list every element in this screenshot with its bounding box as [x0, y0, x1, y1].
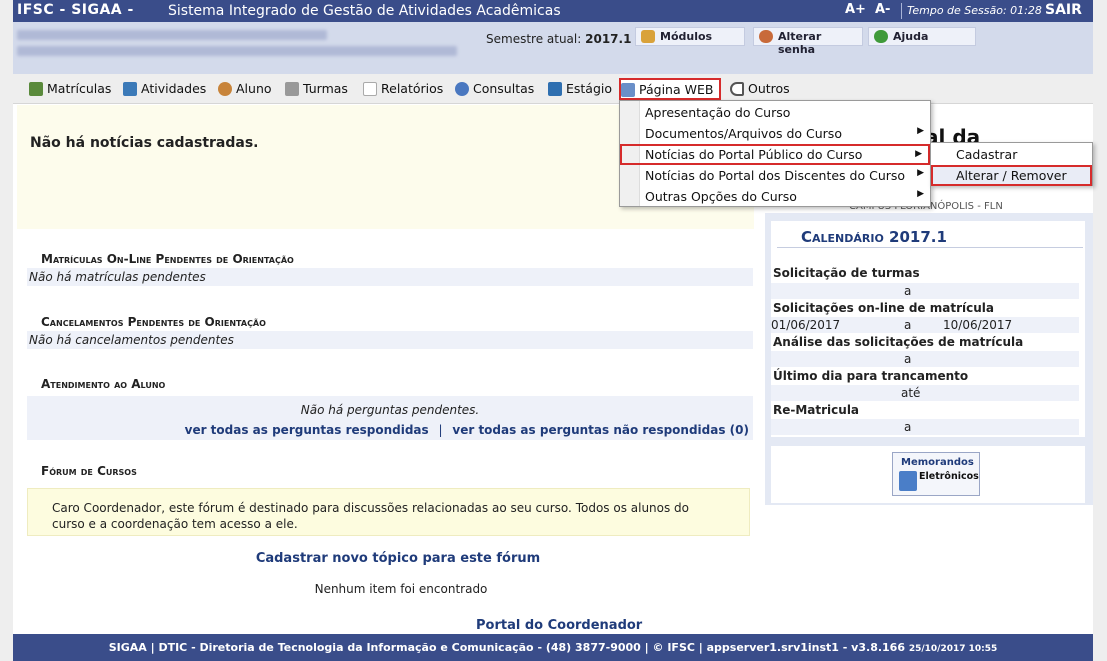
modules-button[interactable]: Módulos — [635, 27, 745, 46]
forum-empty-text: Nenhum item foi encontrado — [314, 582, 488, 596]
user-unit-redacted — [17, 46, 457, 56]
footer: SIGAA | DTIC - Diretoria de Tecnologia d… — [13, 634, 1093, 661]
news-empty-message: Não há notícias cadastradas. — [30, 135, 259, 151]
modules-icon — [641, 30, 655, 43]
calendar-row-3: a — [771, 351, 1079, 367]
calendar-label-1: Solicitação de turmas — [773, 266, 920, 280]
help-button[interactable]: Ajuda — [868, 27, 976, 46]
menu-aluno[interactable]: Aluno — [218, 81, 272, 101]
memo-label-2: Eletrônicos — [919, 471, 979, 482]
aluno-icon — [218, 82, 232, 96]
chevron-right-icon: ▶ — [917, 189, 924, 199]
atendimento-empty-text: Não há perguntas pendentes. — [300, 403, 480, 417]
section-title-matriculas: Matrículas On-Line Pendentes de Orientaç… — [41, 252, 294, 266]
memorandos-button[interactable]: Memorandos Eletrônicos — [892, 452, 980, 496]
link-unanswered-questions[interactable]: ver todas as perguntas não respondidas (… — [452, 423, 749, 437]
calendar-label-4: Último dia para trancamento — [773, 369, 969, 383]
submenu-item-alterar-remover[interactable]: Alterar / Remover — [931, 165, 1092, 186]
chevron-right-icon: ▶ — [915, 149, 922, 159]
calendar-label-2: Solicitações on-line de matrícula — [773, 301, 994, 315]
font-decrease-button[interactable]: A- — [875, 2, 890, 17]
session-timer: Tempo de Sessão: 01:28 — [907, 4, 1042, 17]
matriculas-empty-text: Não há matrículas pendentes — [29, 270, 206, 284]
current-semester: Semestre atual: 2017.1 — [486, 32, 632, 46]
chevron-right-icon: ▶ — [917, 168, 924, 178]
menu-relatorios[interactable]: Relatórios — [363, 81, 443, 101]
menu-outros[interactable]: Outros — [730, 81, 790, 101]
forum-note: Caro Coordenador, este fórum é destinado… — [27, 488, 750, 536]
chevron-right-icon: ▶ — [917, 126, 924, 136]
consultas-icon — [455, 82, 469, 96]
turmas-icon — [285, 82, 299, 96]
change-password-button[interactable]: Alterar senha — [753, 27, 863, 56]
atendimento-box: Não há perguntas pendentes. ver todas as… — [27, 396, 753, 440]
section-title-cancelamentos: Cancelamentos Pendentes de Orientação — [41, 315, 266, 329]
menu-matriculas[interactable]: Matrículas — [29, 81, 111, 101]
new-forum-topic-link[interactable]: Cadastrar novo tópico para este fórum — [256, 551, 540, 566]
pagina-web-dropdown: Apresentação do Curso Documentos/Arquivo… — [619, 100, 931, 207]
menu-atividades[interactable]: Atividades — [123, 81, 206, 101]
user-name-redacted — [17, 30, 327, 40]
page: IFSC - SIGAA - Sistema Integrado de Gest… — [13, 0, 1093, 661]
calendar-row-4: até — [771, 385, 1079, 401]
link-separator: | — [438, 423, 443, 437]
footer-text: SIGAA | DTIC - Diretoria de Tecnologia d… — [108, 641, 905, 654]
calendar-box: Calendário 2017.1 Solicitação de turmas … — [771, 221, 1085, 437]
dropdown-item-noticias-publico[interactable]: Notícias do Portal Público do Curso ▶ — [620, 144, 930, 165]
menu-turmas[interactable]: Turmas — [285, 81, 348, 101]
section-title-forum: Fórum de Cursos — [41, 464, 137, 478]
dropdown-item-apresentacao[interactable]: Apresentação do Curso — [620, 102, 930, 123]
calendar-label-5: Re-Matricula — [773, 403, 860, 417]
relatorios-icon — [363, 82, 377, 96]
calendar-row-1: a — [771, 283, 1079, 299]
cancelamentos-empty-row: Não há cancelamentos pendentes — [27, 331, 753, 349]
menu-estagio[interactable]: Estágio — [548, 81, 612, 101]
matriculas-icon — [29, 82, 43, 96]
portal-coordenador-link[interactable]: Portal do Coordenador — [476, 618, 642, 633]
menu-pagina-web[interactable]: Página WEB — [619, 78, 722, 100]
calendar-title: Calendário 2017.1 — [801, 228, 947, 246]
memo-label-1: Memorandos — [901, 457, 974, 468]
estagio-icon — [548, 82, 562, 96]
submenu-item-cadastrar[interactable]: Cadastrar — [931, 144, 1092, 165]
calendar-row-2: 01/06/2017 a 10/06/2017 — [771, 317, 1079, 333]
computer-icon — [899, 471, 917, 491]
calendar-divider — [777, 247, 1083, 248]
memo-box: Memorandos Eletrônicos — [771, 446, 1085, 503]
calendar-label-3: Análise das solicitações de matrícula — [773, 335, 1024, 349]
brand-logo: IFSC - SIGAA - — [17, 2, 134, 18]
matriculas-empty-row: Não há matrículas pendentes — [27, 268, 753, 286]
menu-consultas[interactable]: Consultas — [455, 81, 534, 101]
atividades-icon — [123, 82, 137, 96]
user-icon — [759, 30, 773, 43]
calendar-row-5: a — [771, 419, 1079, 435]
system-name: Sistema Integrado de Gestão de Atividade… — [168, 3, 561, 19]
pagina-web-icon — [621, 83, 635, 97]
dropdown-item-outras-opcoes[interactable]: Outras Opções do Curso ▶ — [620, 186, 930, 207]
top-bar-divider — [901, 3, 902, 19]
link-answered-questions[interactable]: ver todas as perguntas respondidas — [185, 423, 429, 437]
top-bar: IFSC - SIGAA - Sistema Integrado de Gest… — [13, 0, 1093, 22]
dropdown-item-noticias-discentes[interactable]: Notícias do Portal dos Discentes do Curs… — [620, 165, 930, 186]
main-menu-bar: Matrículas Atividades Aluno Turmas Relat… — [13, 74, 1093, 104]
user-info-band: Semestre atual: 2017.1 Módulos Alterar s… — [13, 22, 1093, 74]
forum-new-topic-wrap: Cadastrar novo tópico para este fórum — [13, 551, 783, 566]
atendimento-links: ver todas as perguntas respondidas | ver… — [185, 423, 749, 437]
section-title-atendimento: Atendimento ao Aluno — [41, 377, 166, 391]
footer-timestamp: 25/10/2017 10:55 — [908, 644, 998, 654]
noticias-submenu: Cadastrar Alterar / Remover — [930, 142, 1093, 186]
outros-icon — [730, 82, 744, 96]
cancelamentos-empty-text: Não há cancelamentos pendentes — [29, 333, 234, 347]
help-icon — [874, 30, 888, 43]
dropdown-item-documentos[interactable]: Documentos/Arquivos do Curso ▶ — [620, 123, 930, 144]
exit-button[interactable]: SAIR — [1045, 2, 1082, 18]
font-increase-button[interactable]: A+ — [845, 2, 866, 17]
